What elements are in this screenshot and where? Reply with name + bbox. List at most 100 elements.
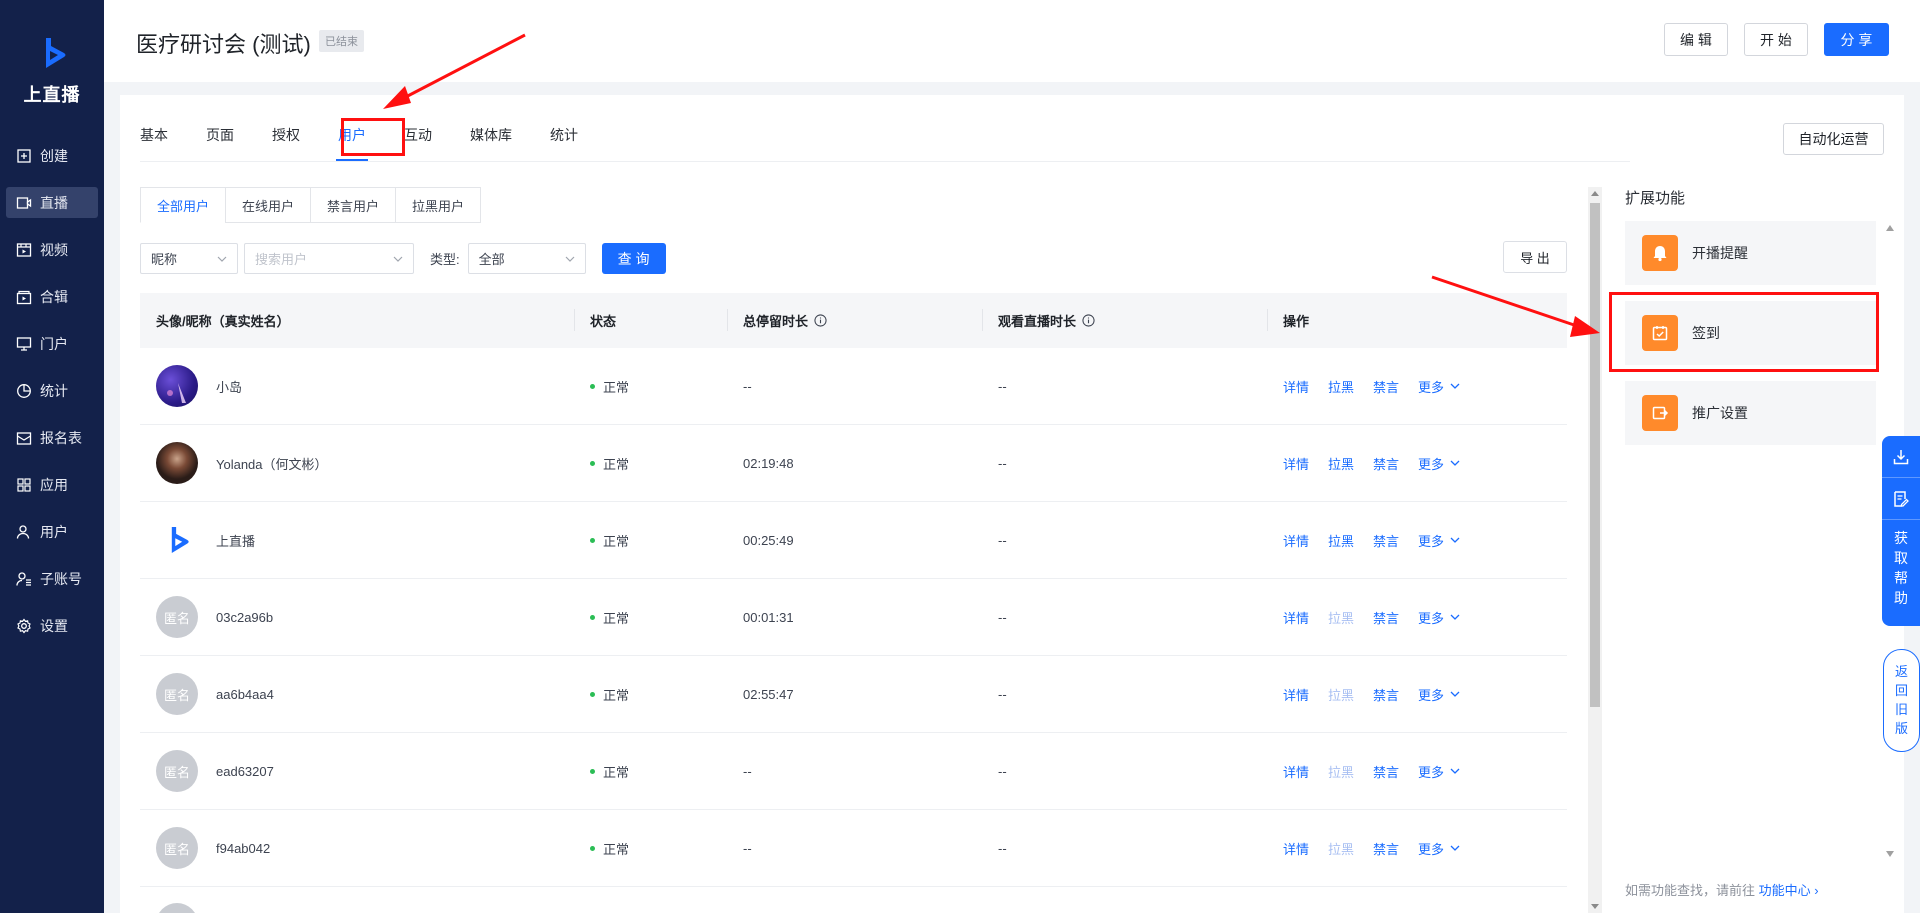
sidebar-item-create[interactable]: 创建 [6,140,98,171]
brand-logo[interactable]: 上直播 [0,36,104,107]
block-link[interactable]: 拉黑 [1328,685,1354,704]
search-placeholder: 搜索用户 [255,252,308,267]
mute-link[interactable]: 禁言 [1373,839,1399,858]
sidebar-item-label: 用户 [40,523,68,540]
field-select[interactable]: 昵称 [140,243,238,274]
mute-link[interactable]: 禁言 [1373,454,1399,473]
tab-auth[interactable]: 授权 [272,125,300,161]
more-dropdown[interactable]: 更多 [1418,685,1460,704]
sidebar-item-apps[interactable]: 应用 [6,469,98,500]
tab-page[interactable]: 页面 [206,125,234,161]
scroll-down-arrow[interactable] [1591,904,1599,909]
stay-duration-cell: -- [743,840,752,856]
edit-button[interactable]: 编 辑 [1664,23,1728,56]
more-dropdown[interactable]: 更多 [1418,839,1460,858]
mute-link[interactable]: 禁言 [1373,531,1399,550]
annotation-box-users-tab [341,118,405,156]
monitor-icon [16,336,32,352]
subtab-muted-users[interactable]: 禁言用户 [310,187,397,223]
user-cell: 上直播 [140,502,574,578]
sidebar-item-stats[interactable]: 统计 [6,375,98,406]
avatar: 匿名 [156,596,198,638]
tab-statistics[interactable]: 统计 [550,125,578,161]
watch-duration-cell: -- [998,609,1007,625]
subtab-blocked-users[interactable]: 拉黑用户 [395,187,482,223]
detail-link[interactable]: 详情 [1283,839,1309,858]
status-dot [590,691,595,697]
info-icon[interactable] [1082,314,1095,327]
block-link[interactable]: 拉黑 [1328,454,1354,473]
mute-link[interactable]: 禁言 [1373,762,1399,781]
subtab-all-users[interactable]: 全部用户 [140,187,227,223]
block-link[interactable]: 拉黑 [1328,531,1354,550]
avatar: 匿名 [156,827,198,869]
sidebar-item-live[interactable]: 直播 [6,187,98,218]
automation-button[interactable]: 自动化运营 [1783,123,1884,155]
sidebar-item-label: 设置 [40,617,68,634]
watch-duration-cell: -- [998,840,1007,856]
start-button[interactable]: 开 始 [1744,23,1808,56]
mute-link[interactable]: 禁言 [1373,608,1399,627]
table-row: Yolanda（何文彬） 正常 02:19:48 -- 详情 拉黑 禁言 更多 [140,425,1567,502]
sidebar-item-sub-accounts[interactable]: 子账号 [6,563,98,594]
sidebar-item-signup-form[interactable]: 报名表 [6,422,98,453]
table-body: 小岛 正常 -- -- 详情 拉黑 禁言 更多 Yolanda（何文彬） 正常 … [140,348,1567,913]
subtab-online-users[interactable]: 在线用户 [225,187,312,223]
more-dropdown[interactable]: 更多 [1418,454,1460,473]
detail-link[interactable]: 详情 [1283,454,1309,473]
user-name: Yolanda（何文彬） [216,456,328,472]
sidebar-item-users[interactable]: 用户 [6,516,98,547]
sidebar-item-collection[interactable]: 合辑 [6,281,98,312]
detail-link[interactable]: 详情 [1283,531,1309,550]
get-help-button[interactable]: 获取帮助 [1882,520,1920,608]
sidebar-item-video[interactable]: 视频 [6,234,98,265]
sidebar-item-settings[interactable]: 设置 [6,610,98,641]
download-button[interactable] [1882,436,1920,478]
block-link[interactable]: 拉黑 [1328,377,1354,396]
detail-link[interactable]: 详情 [1283,608,1309,627]
notes-button[interactable] [1882,478,1920,520]
share-button[interactable]: 分 享 [1824,23,1889,56]
scroll-up-arrow[interactable] [1591,191,1599,196]
page-header: 医疗研讨会 (测试) 已结束 编 辑 开 始 分 享 [104,0,1920,82]
stay-duration-cell: 00:01:31 [743,609,794,625]
sidebar-item-portal[interactable]: 门户 [6,328,98,359]
extension-item-live-reminder[interactable]: 开播提醒 [1625,221,1876,285]
detail-link[interactable]: 详情 [1283,762,1309,781]
mute-link[interactable]: 禁言 [1373,377,1399,396]
tab-media-library[interactable]: 媒体库 [470,125,512,161]
user-name: aa6b4aa4 [216,686,274,702]
search-user-select[interactable]: 搜索用户 [244,243,414,274]
more-dropdown[interactable]: 更多 [1418,608,1460,627]
mute-link[interactable]: 禁言 [1373,685,1399,704]
note-text: 如需功能查找，请前往 [1625,883,1756,898]
block-link[interactable]: 拉黑 [1328,762,1354,781]
more-label: 更多 [1418,456,1445,472]
extension-item-promotion[interactable]: 推广设置 [1625,381,1876,445]
more-dropdown[interactable]: 更多 [1418,531,1460,550]
detail-link[interactable]: 详情 [1283,685,1309,704]
query-button[interactable]: 查 询 [601,243,666,274]
annotation-box-checkin [1609,292,1879,372]
more-dropdown[interactable]: 更多 [1418,377,1460,396]
export-button[interactable]: 导 出 [1503,241,1567,273]
scrollbar-thumb[interactable] [1590,203,1600,707]
chevron-down-icon [1450,460,1460,466]
table-row-partial [140,887,1567,913]
info-icon[interactable] [814,314,827,327]
type-select[interactable]: 全部 [467,243,586,274]
tab-basic[interactable]: 基本 [140,125,168,161]
brand-name: 上直播 [23,85,81,105]
table-scrollbar[interactable] [1588,187,1602,913]
detail-link[interactable]: 详情 [1283,377,1309,396]
bell-icon [1642,235,1678,271]
avatar [156,442,198,484]
block-link[interactable]: 拉黑 [1328,839,1354,858]
back-to-old-version-button[interactable]: 返回旧版 [1883,649,1920,752]
watch-duration-cell: -- [998,378,1007,394]
more-dropdown[interactable]: 更多 [1418,762,1460,781]
tab-interaction[interactable]: 互动 [404,125,432,161]
block-link[interactable]: 拉黑 [1328,608,1354,627]
sidebar-item-label: 视频 [40,241,68,258]
feature-center-link[interactable]: 功能中心 › [1759,883,1819,898]
